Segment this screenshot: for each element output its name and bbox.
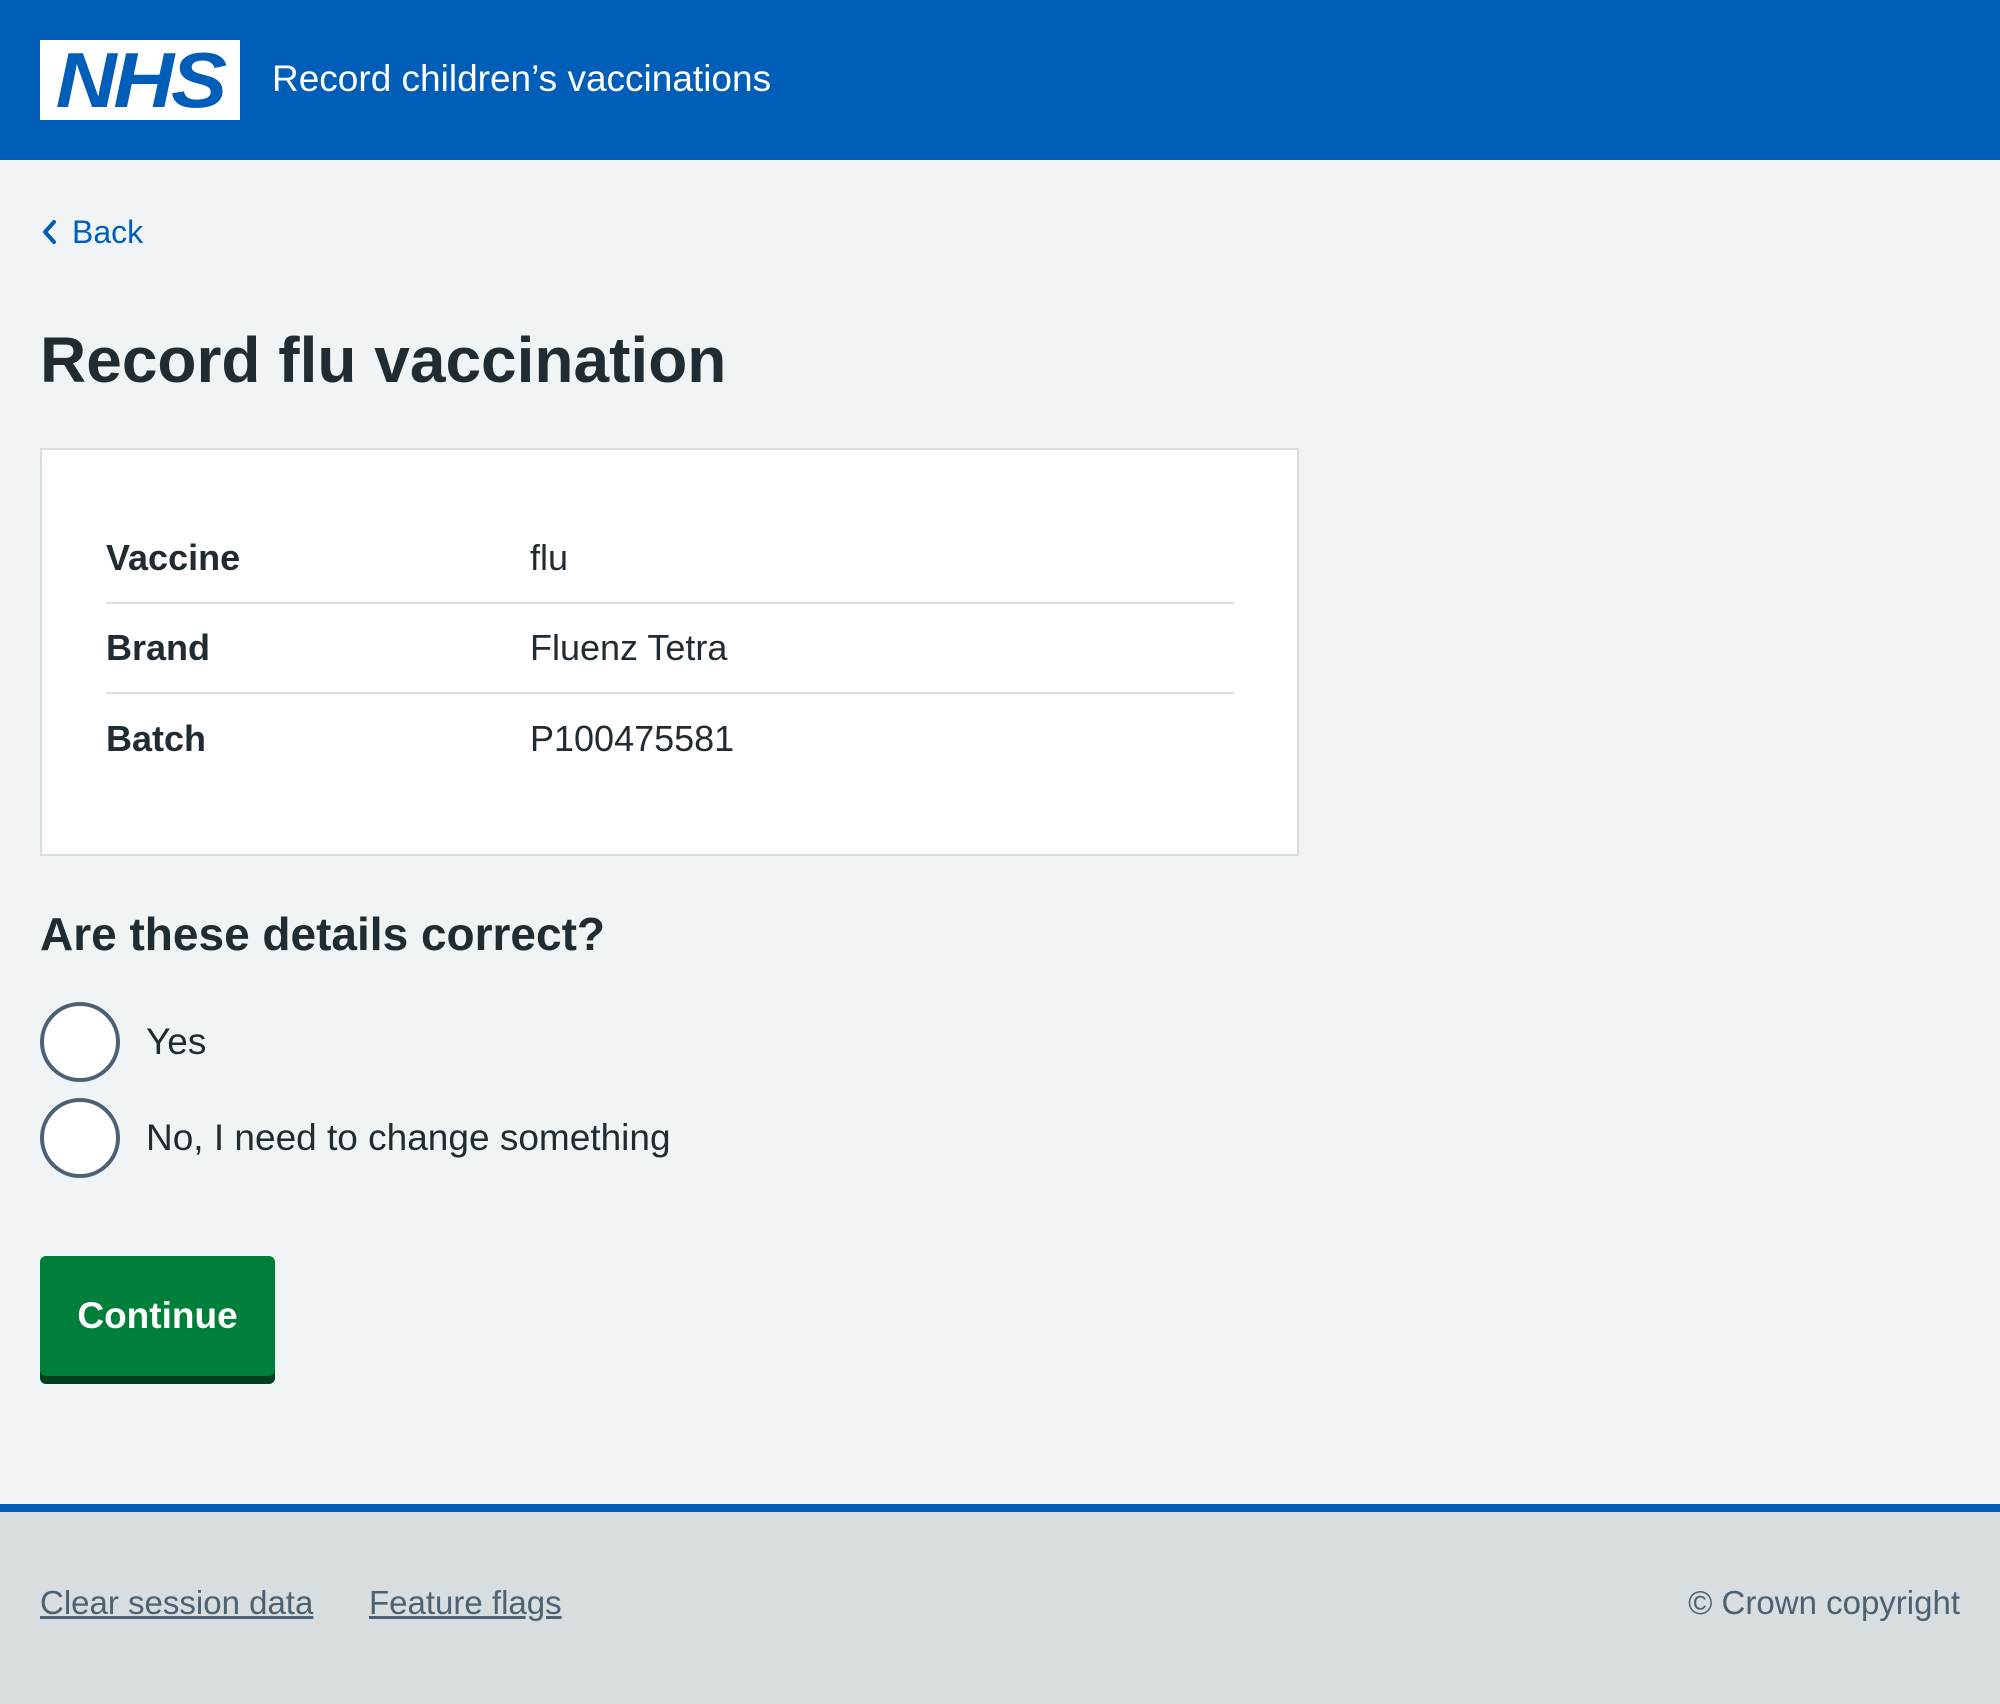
vaccine-summary-card: Vaccine flu Brand Fluenz Tetra Batch P10… xyxy=(40,448,1299,856)
radio-label[interactable]: Yes xyxy=(146,1021,206,1063)
back-link-label: Back xyxy=(72,213,144,250)
clear-session-data-link[interactable]: Clear session data xyxy=(40,1584,313,1622)
summary-key: Batch xyxy=(106,718,207,759)
radio-no-change[interactable]: No, I need to change something xyxy=(40,1098,671,1178)
continue-button[interactable]: Continue xyxy=(40,1256,275,1376)
confirm-question: Are these details correct? xyxy=(40,908,606,960)
radio-yes[interactable]: Yes xyxy=(40,1002,206,1082)
nhs-logo[interactable]: NHS xyxy=(40,40,240,120)
back-link[interactable]: Back xyxy=(40,210,143,254)
summary-value: P100475581 xyxy=(530,718,735,759)
summary-value: flu xyxy=(530,537,569,578)
radio-button[interactable] xyxy=(40,1002,120,1082)
site-footer: Clear session data Feature flags © Crown… xyxy=(0,1504,2000,1704)
summary-key: Brand xyxy=(106,627,211,668)
summary-row-vaccine: Vaccine flu xyxy=(106,514,1234,604)
summary-row-batch: Batch P100475581 xyxy=(106,694,1234,784)
summary-row-brand: Brand Fluenz Tetra xyxy=(106,604,1234,694)
summary-key: Vaccine xyxy=(106,537,241,578)
copyright-notice: © Crown copyright xyxy=(1688,1584,1960,1621)
radio-button[interactable] xyxy=(40,1098,120,1178)
site-header: NHS Record children’s vaccinations xyxy=(0,0,2000,160)
feature-flags-link[interactable]: Feature flags xyxy=(369,1584,562,1622)
radio-label[interactable]: No, I need to change something xyxy=(146,1117,671,1159)
chevron-left-icon xyxy=(43,220,56,244)
service-name[interactable]: Record children’s vaccinations xyxy=(272,56,771,102)
page-title: Record flu vaccination xyxy=(40,324,727,396)
summary-value: Fluenz Tetra xyxy=(530,627,728,668)
nhs-logo-text: NHS xyxy=(55,36,227,124)
